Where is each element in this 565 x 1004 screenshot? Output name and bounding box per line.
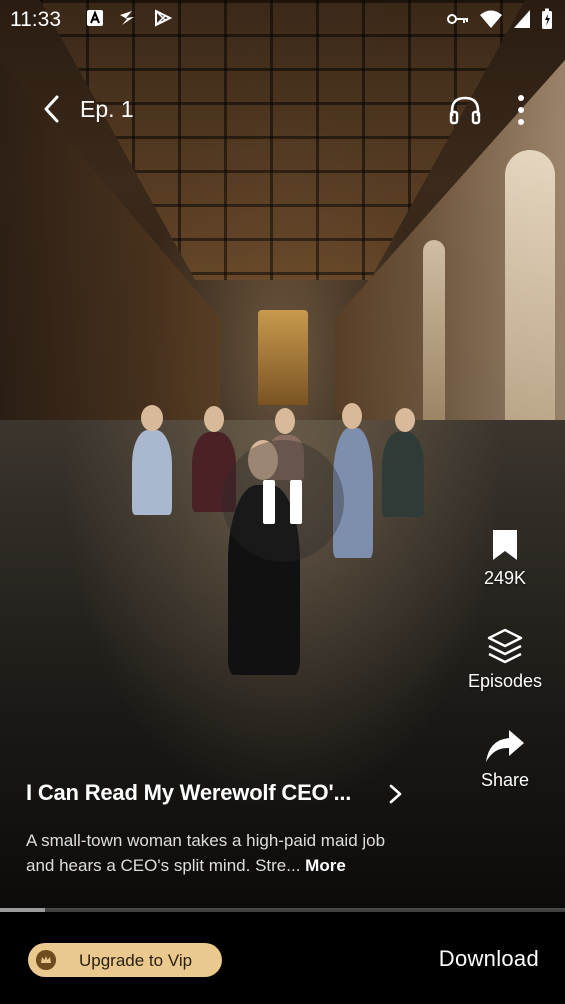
more-options-icon[interactable] [510, 94, 532, 126]
bookmark-icon [493, 530, 517, 560]
download-button[interactable]: Download [439, 946, 539, 972]
play-store-icon [155, 9, 172, 27]
key-icon [447, 14, 468, 24]
episodes-button[interactable]: Episodes [460, 627, 550, 692]
video-frame-door [258, 310, 308, 405]
a-store-icon [87, 10, 103, 26]
episode-title: Ep. 1 [80, 96, 134, 122]
video-frame-window [505, 150, 555, 450]
share-arrow-icon [486, 730, 524, 762]
pause-icon [290, 480, 302, 524]
share-label: Share [480, 770, 530, 790]
pause-icon [263, 480, 275, 524]
bottom-bar: Upgrade to Vip Download [0, 912, 565, 1004]
vip-label: Upgrade to Vip [79, 951, 193, 970]
video-frame-figure [275, 408, 295, 434]
pause-button[interactable] [222, 440, 344, 562]
video-frame-figure [395, 408, 415, 432]
video-frame-figure [132, 430, 172, 515]
save-button[interactable]: 249K [460, 528, 550, 589]
share-button[interactable]: Share [460, 728, 550, 791]
video-frame-figure [342, 403, 362, 429]
back-arrow-icon[interactable] [38, 94, 68, 124]
bolt-icon [120, 11, 134, 25]
signal-icon [514, 10, 530, 28]
upgrade-vip-button[interactable]: Upgrade to Vip [28, 943, 222, 977]
series-description: A small-town woman takes a high-paid mai… [26, 828, 416, 878]
chevron-right-icon[interactable] [386, 783, 406, 805]
series-title[interactable]: I Can Read My Werewolf CEO'... [26, 780, 351, 806]
video-frame-figure [204, 406, 224, 432]
video-frame-figure [382, 432, 424, 517]
status-right-icons [447, 8, 553, 30]
video-frame-figure [141, 405, 163, 431]
vip-crown-icon [36, 950, 56, 970]
headphones-icon[interactable] [448, 94, 482, 126]
status-bar: 11:33 [0, 0, 565, 40]
layers-icon [487, 628, 523, 664]
video-frame-window [423, 240, 445, 420]
episodes-label: Episodes [467, 671, 543, 691]
status-time: 11:33 [10, 8, 61, 31]
wifi-icon [480, 10, 502, 28]
battery-icon [542, 8, 552, 29]
more-link[interactable]: More [305, 856, 346, 875]
save-count: 249K [483, 568, 527, 588]
